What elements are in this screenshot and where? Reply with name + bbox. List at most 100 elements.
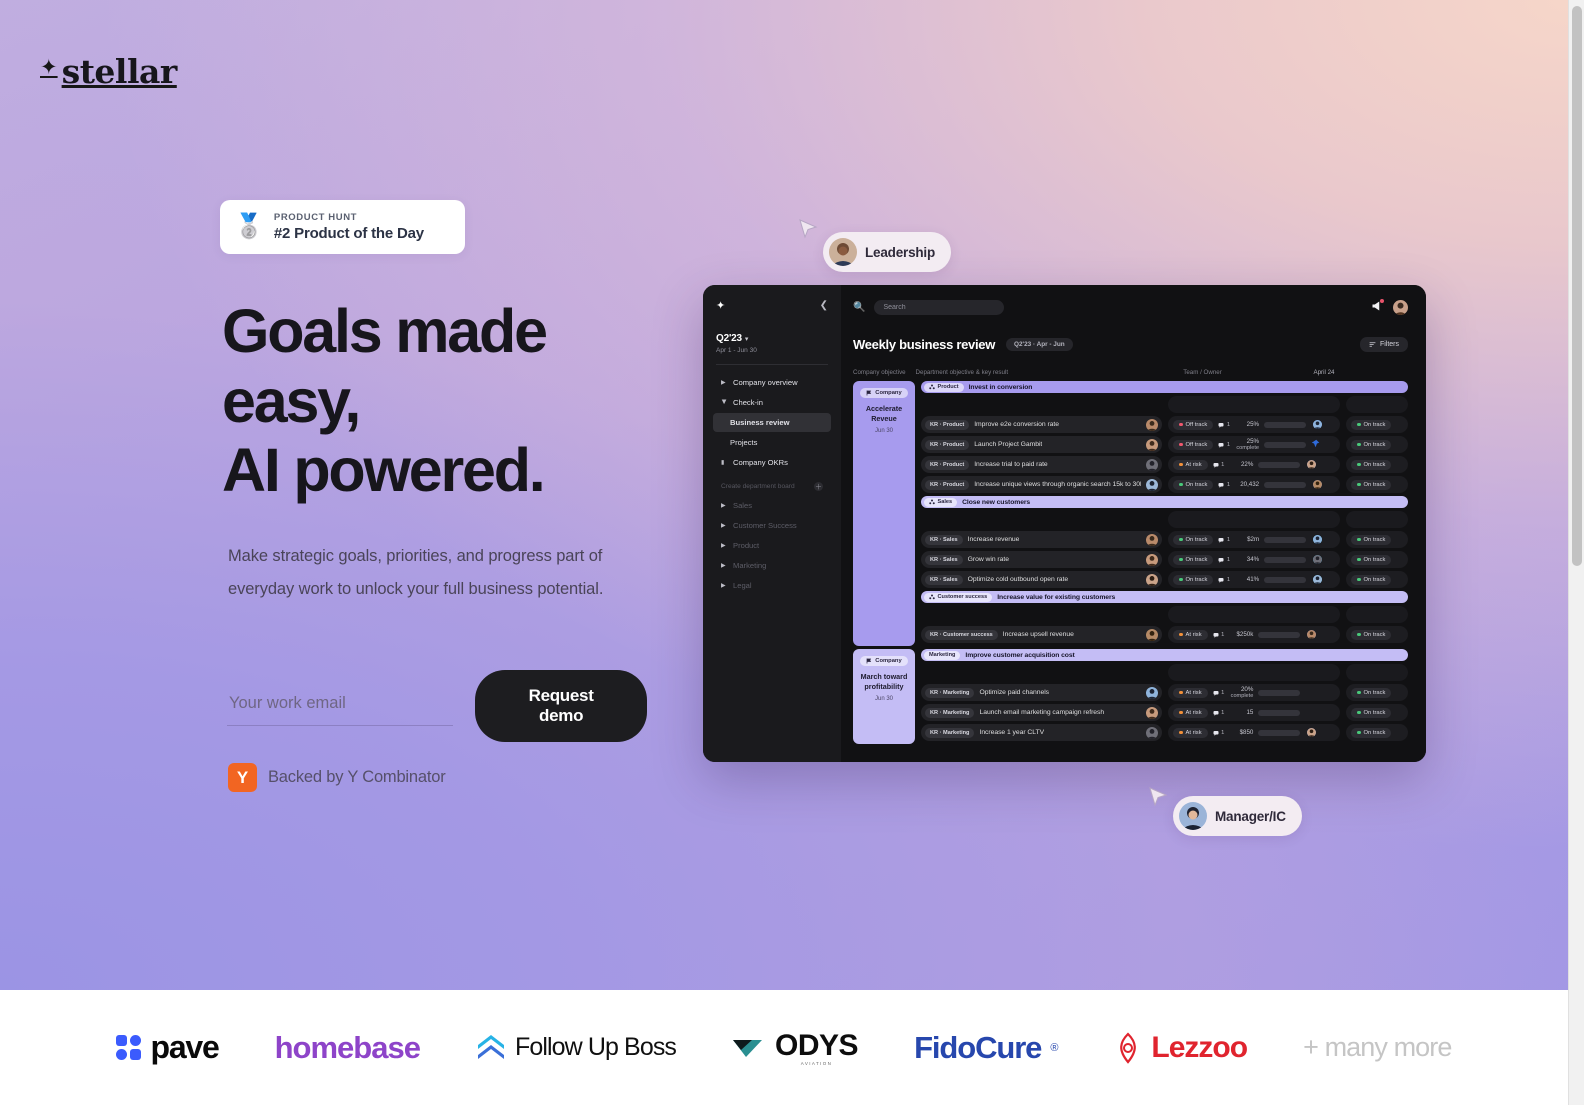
week-cell-secondary: On track — [1346, 626, 1408, 643]
okr-rows: Marketing Improve customer acquisition co… — [921, 649, 1408, 744]
kr-main-cell[interactable]: KR · Sales Increase revenue — [921, 531, 1162, 548]
persona-chip-manager[interactable]: Manager/IC — [1173, 796, 1302, 836]
kr-main-cell[interactable]: KR · Product Increase unique views throug… — [921, 476, 1162, 493]
sidebar-item-customer-success[interactable]: ▶ Customer Success — [713, 516, 831, 535]
sidebar-item-business-review[interactable]: Business review — [713, 413, 831, 432]
comment-count[interactable]: 1 — [1213, 709, 1225, 716]
kr-title: Launch Project Gambit — [974, 441, 1043, 448]
kr-main-cell[interactable]: KR · Product Launch Project Gambit — [921, 436, 1162, 453]
kr-main-cell[interactable]: KR · Marketing Optimize paid channels — [921, 684, 1162, 701]
sidebar-item-marketing[interactable]: ▶ Marketing — [713, 556, 831, 575]
search-icon[interactable]: 🔍 — [853, 302, 865, 313]
table-row: KR · Marketing Increase 1 year CLTV At ris… — [921, 724, 1408, 741]
owner-avatar[interactable] — [1146, 686, 1158, 699]
kr-main-cell[interactable]: KR · Sales Grow win rate — [921, 551, 1162, 568]
comment-count[interactable]: 1 — [1218, 422, 1230, 428]
objective-row[interactable]: Sales Close new customers — [921, 496, 1408, 508]
chevrons-up-icon — [477, 1034, 504, 1059]
kr-main-cell[interactable]: KR · Marketing Launch email marketing cam… — [921, 704, 1162, 721]
owner-avatar[interactable] — [1307, 728, 1317, 737]
comment-count[interactable]: 1 — [1218, 557, 1230, 563]
sidebar-item-projects[interactable]: Projects — [713, 433, 831, 452]
create-department-board-row[interactable]: Create department board ＋ — [713, 482, 831, 491]
kr-main-cell[interactable]: KR · Sales Optimize cold outbound open ra… — [921, 571, 1162, 588]
owner-avatar[interactable] — [1146, 553, 1158, 566]
kr-title: Increase trial to paid rate — [974, 461, 1048, 468]
owner-avatar[interactable] — [1146, 458, 1158, 471]
logo-pave: pave — [116, 1029, 220, 1066]
week-cell-secondary — [1346, 606, 1408, 623]
cursor-arrow-icon — [1149, 787, 1168, 807]
status-dot — [1179, 482, 1183, 487]
search-input[interactable] — [874, 299, 1005, 315]
comment-count[interactable]: 1 — [1218, 537, 1230, 543]
week-cell: On track 1 34% — [1168, 551, 1340, 568]
owner-avatar[interactable] — [1146, 726, 1158, 739]
logo-lezzoo: Lezzoo — [1114, 1031, 1248, 1065]
scrollbar-thumb[interactable] — [1572, 6, 1582, 566]
filters-label: Filters — [1379, 340, 1399, 348]
sidebar-item-label: Check-in — [733, 398, 763, 407]
announcement-icon[interactable] — [1371, 299, 1384, 314]
objective-row[interactable]: Marketing Improve customer acquisition co… — [921, 649, 1408, 661]
owner-avatar[interactable] — [1313, 420, 1323, 429]
status-badge: On track — [1173, 554, 1214, 565]
objective-row[interactable]: Product Invest in conversion — [921, 381, 1408, 393]
kr-main-cell[interactable]: KR · Marketing Increase 1 year CLTV — [921, 724, 1162, 741]
objective-row[interactable]: Customer success Increase value for exist… — [921, 591, 1408, 603]
owner-avatar[interactable] — [1313, 555, 1323, 564]
kr-main-cell[interactable]: KR · Customer success Increase upsell rev… — [921, 626, 1162, 643]
owner-avatar[interactable] — [1146, 418, 1158, 431]
owner-avatar[interactable] — [1313, 480, 1323, 489]
plus-circle-icon[interactable]: ＋ — [814, 482, 823, 491]
comment-count-value: 1 — [1221, 709, 1225, 716]
status-dot — [1357, 482, 1361, 487]
brand-logo[interactable]: ✦ stellar — [40, 52, 177, 91]
comment-count[interactable]: 1 — [1218, 577, 1230, 583]
owner-avatar[interactable] — [1146, 573, 1158, 586]
sidebar-item-company-okrs[interactable]: ▮ Company OKRs — [713, 453, 831, 472]
persona-chip-leadership[interactable]: Leadership — [823, 232, 952, 272]
hero-subheading: Make strategic goals, priorities, and pr… — [228, 547, 604, 598]
owner-avatar[interactable] — [1307, 460, 1317, 469]
filters-button[interactable]: Filters — [1359, 336, 1408, 352]
comment-count[interactable]: 1 — [1213, 632, 1224, 638]
owner-avatar[interactable] — [1146, 533, 1158, 546]
comment-count[interactable]: 1 — [1213, 730, 1224, 736]
owner-avatar[interactable] — [1146, 478, 1158, 491]
chevron-left-icon[interactable]: ❮ — [820, 300, 828, 311]
quarter-selector[interactable]: Q2'23 ▾ Apr 1 - Jun 30 — [713, 333, 831, 354]
owner-avatar[interactable] — [1307, 630, 1317, 639]
sidebar-item-company-overview[interactable]: ▶ Company overview — [713, 373, 831, 392]
owner-avatar[interactable] — [1146, 628, 1158, 641]
week-cell — [1168, 511, 1340, 528]
kr-tag: KR · Product — [925, 439, 970, 450]
comment-count[interactable]: 1 — [1218, 482, 1230, 488]
kr-main-cell[interactable]: KR · Product Increase trial to paid rate — [921, 456, 1162, 473]
page-scrollbar[interactable] — [1568, 0, 1584, 1105]
product-hunt-badge[interactable]: 🥈 PRODUCT HUNT #2 Product of the Day — [220, 200, 465, 254]
user-avatar[interactable] — [1393, 299, 1408, 315]
request-demo-button[interactable]: Request demo — [475, 670, 647, 742]
sidebar-item-product[interactable]: ▶ Product — [713, 536, 831, 555]
comment-count[interactable]: 1 — [1213, 462, 1224, 468]
comment-count[interactable]: 1 — [1218, 442, 1230, 448]
comment-count[interactable]: 1 — [1213, 690, 1224, 696]
owner-avatar[interactable] — [1146, 438, 1158, 451]
sidebar-item-legal[interactable]: ▶ Legal — [713, 576, 831, 595]
kr-main-cell[interactable]: KR · Product Improve e2e conversion rate — [921, 416, 1162, 433]
sidebar-item-sales[interactable]: ▶ Sales — [713, 496, 831, 515]
progress-bar — [1264, 536, 1307, 543]
email-field[interactable] — [227, 686, 454, 726]
owner-avatar[interactable] — [1146, 706, 1158, 719]
company-objective-cell[interactable]: Company March toward profitability Jun 30 — [853, 649, 915, 744]
owner-avatar[interactable] — [1313, 575, 1323, 584]
objective-tag-label: Sales — [937, 499, 953, 505]
kr-tag: KR · Sales — [925, 554, 963, 565]
owner-avatar[interactable] — [1313, 535, 1323, 544]
week-cell: At risk 1 20% complete — [1168, 684, 1340, 701]
metric-value: 34% — [1246, 555, 1260, 563]
company-objective-cell[interactable]: Company Accelerate Reveue Jun 30 — [853, 381, 915, 646]
sidebar-item-check-in[interactable]: ▶ Check-in — [713, 393, 831, 412]
product-screenshot: ✦ ❮ Q2'23 ▾ Apr 1 - Jun 30 ▶ Company over… — [703, 285, 1426, 762]
